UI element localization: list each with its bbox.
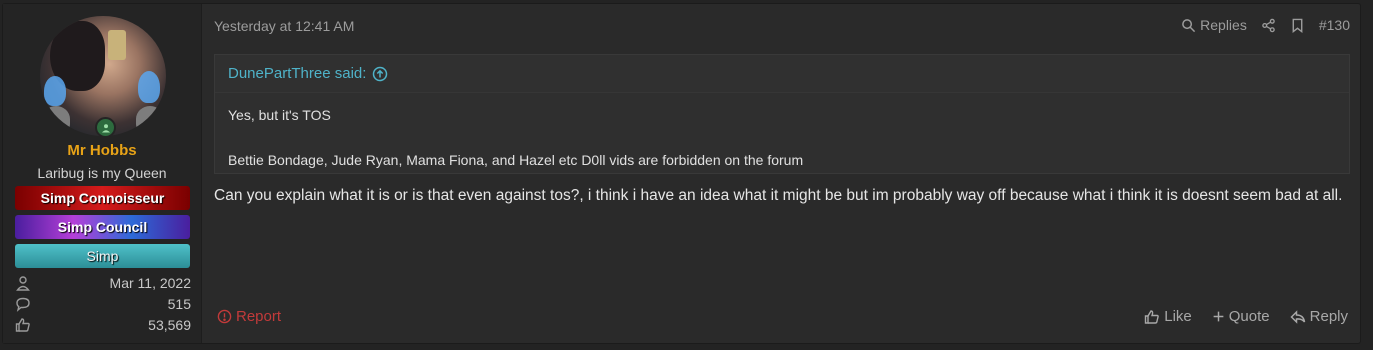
replies-label[interactable]: Replies — [1200, 17, 1247, 33]
quote-block: DunePartThree said: Yes, but it's TOS Be… — [214, 54, 1350, 174]
stat-reactions: 53,569 — [15, 316, 191, 334]
user-banner-simp-connoisseur: Simp Connoisseur — [15, 186, 190, 210]
quote-line: Yes, but it's TOS — [228, 107, 331, 123]
user-banner-simp-council: Simp Council — [15, 215, 190, 239]
quote-body: Yes, but it's TOS Bettie Bondage, Jude R… — [215, 93, 1349, 182]
forum-post: Mr Hobbs Laribug is my Queen Simp Connoi… — [2, 3, 1361, 344]
share-icon[interactable] — [1261, 18, 1276, 33]
user-banner-simp: Simp — [15, 244, 190, 268]
post-content: Yesterday at 12:41 AM Replies #130 DuneP… — [202, 4, 1360, 343]
quote-header[interactable]: DunePartThree said: — [215, 55, 1349, 93]
reply-label[interactable]: Reply — [1310, 308, 1348, 325]
quote-author[interactable]: DunePartThree said: — [228, 55, 366, 92]
thumbs-up-icon — [15, 317, 31, 333]
report-button[interactable]: Report — [217, 308, 281, 325]
stat-joined: Mar 11, 2022 — [15, 274, 191, 292]
replies-link[interactable]: Replies — [1181, 17, 1247, 33]
user-info-panel: Mr Hobbs Laribug is my Queen Simp Connoi… — [3, 4, 202, 343]
like-label[interactable]: Like — [1164, 308, 1192, 325]
arrow-up-circle-icon[interactable] — [372, 66, 388, 82]
reply-arrow-icon — [1290, 309, 1306, 325]
user-icon — [15, 275, 31, 291]
stat-reactions-value: 53,569 — [148, 317, 191, 333]
thumbs-up-icon — [1144, 309, 1160, 325]
username[interactable]: Mr Hobbs — [3, 142, 201, 159]
quote-line: Bettie Bondage, Jude Ryan, Mama Fiona, a… — [228, 152, 804, 168]
stat-joined-value: Mar 11, 2022 — [109, 275, 191, 291]
bookmark-icon[interactable] — [1290, 18, 1305, 33]
stat-messages-value: 515 — [167, 296, 191, 312]
alert-icon — [217, 309, 232, 324]
quote-button[interactable]: Quote — [1212, 308, 1270, 325]
post-header-actions: Replies #130 — [1181, 17, 1350, 33]
post-footer-actions: Like Quote Reply — [1144, 308, 1348, 325]
post-message: Can you explain what it is or is that ev… — [214, 187, 1343, 204]
stat-messages: 515 — [15, 295, 191, 313]
share-button[interactable] — [1261, 18, 1276, 33]
post-timestamp[interactable]: Yesterday at 12:41 AM — [214, 18, 354, 34]
post-number-link[interactable]: #130 — [1319, 17, 1350, 33]
avatar[interactable] — [40, 16, 166, 138]
user-title: Laribug is my Queen — [37, 165, 167, 181]
reply-button[interactable]: Reply — [1290, 308, 1348, 325]
speech-bubble-icon — [15, 296, 31, 312]
online-status-icon — [95, 117, 116, 138]
search-icon — [1181, 18, 1196, 33]
plus-icon — [1212, 310, 1225, 323]
report-label[interactable]: Report — [236, 308, 281, 325]
bookmark-button[interactable] — [1290, 18, 1305, 33]
like-button[interactable]: Like — [1144, 308, 1192, 325]
quote-label[interactable]: Quote — [1229, 308, 1270, 325]
